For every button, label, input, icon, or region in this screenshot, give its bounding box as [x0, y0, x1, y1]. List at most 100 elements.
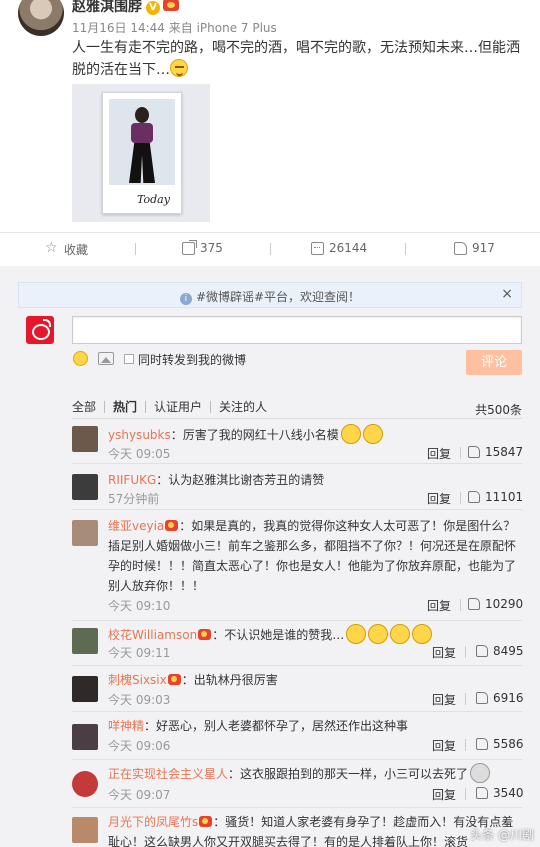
- repost-checkbox-label: 同时转发到我的微博: [138, 353, 247, 367]
- comment-like-button[interactable]: 15847: [468, 445, 523, 459]
- comment-like-button[interactable]: 8495: [476, 644, 524, 658]
- comment-item: 刺槐Sixsix ：出轨林丹很厉害 今天 09:03 回复 6916: [72, 670, 524, 712]
- post-meta: 11月16日 14:44 来自 iPhone 7 Plus: [72, 21, 277, 35]
- comment-item: 维亚veyia ：如果是真的，我真的觉得你这种女人太可恶了！你是图什么？插足别人婚…: [72, 516, 523, 621]
- favorite-button[interactable]: 收藏: [45, 240, 89, 258]
- commenter-name[interactable]: RIIFUKG: [108, 473, 156, 487]
- comment-panel: i #微博辟谣#平台，欢迎查阅！ × 同时转发到我的微博 评论 全部 热门 认证用…: [0, 266, 540, 847]
- laugh-emoji-icon: [412, 624, 433, 644]
- commenter-name[interactable]: 咩神精: [108, 719, 144, 733]
- comment-text: ：不认识她是谁的赞我…: [212, 628, 345, 642]
- repost-icon: [182, 239, 197, 255]
- commenter-avatar[interactable]: [72, 520, 98, 546]
- sticker-icon: [470, 763, 491, 783]
- post-image[interactable]: Today: [72, 84, 210, 222]
- laugh-emoji-icon: [346, 624, 367, 644]
- comment-item: 咩神精：好恶心，别人老婆都怀孕了，居然还作出这种事 今天 09:06 回复 55…: [72, 716, 524, 760]
- polaroid-frame: Today: [102, 92, 182, 214]
- emoji-picker-icon[interactable]: [73, 351, 88, 366]
- laugh-emoji-icon: [340, 424, 361, 444]
- vip-badge-icon: [165, 520, 179, 531]
- like-button[interactable]: 917: [454, 241, 495, 255]
- comment-time: 今天 09:07: [108, 788, 171, 802]
- thumbs-up-icon: [476, 787, 488, 799]
- author-avatar[interactable]: [18, 0, 64, 36]
- reply-button[interactable]: 回复: [432, 737, 456, 754]
- reply-button[interactable]: 回复: [432, 644, 456, 661]
- rumor-notice-bar: i #微博辟谣#平台，欢迎查阅！ ×: [18, 282, 522, 308]
- commenter-name[interactable]: 刺槐Sixsix: [108, 673, 167, 687]
- comment-like-button[interactable]: 10290: [468, 597, 523, 611]
- commenter-avatar[interactable]: [72, 817, 98, 843]
- weibo-logo-icon: [26, 316, 54, 344]
- author-name[interactable]: 赵雅淇围脖: [72, 0, 142, 15]
- comment-like-button[interactable]: 6916: [476, 691, 524, 705]
- divider: [460, 492, 461, 504]
- commenter-name[interactable]: 月光下的凤尾竹s: [108, 815, 198, 829]
- notice-text[interactable]: #微博辟谣#平台，欢迎查阅！: [196, 290, 360, 304]
- photo-figure: [109, 99, 175, 185]
- comment-like-button[interactable]: 3540: [476, 786, 524, 800]
- reply-button[interactable]: 回复: [427, 597, 451, 614]
- commenter-avatar[interactable]: [72, 676, 98, 702]
- commenter-avatar[interactable]: [72, 474, 98, 500]
- comment-like-button[interactable]: 11101: [468, 490, 523, 504]
- weibo-post: 赵雅淇围脖 V 11月16日 14:44 来自 iPhone 7 Plus 人一生…: [0, 0, 540, 266]
- commenter-avatar[interactable]: [72, 724, 98, 750]
- star-icon: [45, 240, 59, 256]
- tab-verified[interactable]: 认证用户: [146, 401, 212, 413]
- divider: [460, 447, 461, 459]
- verified-badge-icon: V: [146, 1, 160, 15]
- close-icon[interactable]: ×: [501, 286, 513, 302]
- commenter-name[interactable]: 维亚veyia: [108, 519, 164, 533]
- reply-button[interactable]: 回复: [432, 691, 456, 708]
- commenter-avatar[interactable]: [72, 426, 98, 452]
- reply-button[interactable]: 回复: [427, 445, 451, 462]
- repost-button[interactable]: 375: [182, 239, 223, 255]
- tab-all[interactable]: 全部: [72, 401, 106, 413]
- favorite-label: 收藏: [64, 243, 89, 257]
- tab-following[interactable]: 关注的人: [211, 401, 275, 413]
- divider: [465, 788, 466, 800]
- commenter-avatar[interactable]: [72, 771, 98, 797]
- comment-text: ：认为赵雅淇比谢杏芳丑的请赞: [156, 473, 325, 487]
- thumbs-up-icon: [476, 738, 488, 750]
- figure-pants: [129, 143, 155, 183]
- thumbs-up-icon: [454, 241, 467, 255]
- comment-like-button[interactable]: 5586: [476, 737, 524, 751]
- laugh-emoji-icon: [368, 624, 389, 644]
- repost-checkbox[interactable]: [124, 354, 134, 364]
- comment-time: 今天 09:10: [108, 599, 171, 613]
- comment-time: 今天 09:03: [108, 693, 171, 707]
- divider: [270, 243, 271, 255]
- divider: [405, 243, 406, 255]
- comment-time: 57分钟前: [108, 492, 160, 506]
- watermark: 头条 @川剧: [470, 828, 534, 842]
- submit-comment-button[interactable]: 评论: [466, 350, 522, 375]
- thumbs-up-icon: [468, 598, 480, 610]
- comment-filter-tabs: 全部 热门 认证用户 关注的人: [72, 401, 275, 413]
- laugh-emoji-icon: [390, 624, 411, 644]
- comment-button[interactable]: 26144: [311, 241, 367, 255]
- commenter-name[interactable]: 校花Williamson: [108, 628, 197, 642]
- repost-count: 375: [200, 241, 223, 255]
- comment-input[interactable]: [72, 316, 522, 344]
- post-text: 人一生有走不完的路，喝不完的酒，唱不完的歌，无法预知未来…但能洒脱的活在当下…: [72, 40, 520, 78]
- like-count: 917: [472, 241, 495, 255]
- commenter-name[interactable]: 正在实现社会主义星人: [108, 767, 228, 781]
- image-upload-icon[interactable]: [98, 352, 114, 365]
- laugh-emoji-icon: [362, 424, 383, 444]
- divider: [135, 243, 136, 255]
- reply-button[interactable]: 回复: [427, 490, 451, 507]
- reply-button[interactable]: 回复: [432, 786, 456, 803]
- comment-text: ：好恶心，别人老婆都怀孕了，居然还作出这种事: [144, 719, 409, 733]
- commenter-avatar[interactable]: [72, 628, 98, 654]
- divider: [460, 599, 461, 611]
- comment-item: 校花Williamson ：不认识她是谁的赞我… 今天 09:11 回复 8495: [72, 624, 524, 666]
- smile-emoji-icon: [170, 59, 188, 77]
- info-icon: i: [179, 293, 192, 305]
- author-name-row: 赵雅淇围脖 V: [72, 0, 179, 16]
- tab-hot[interactable]: 热门: [105, 401, 147, 413]
- commenter-name[interactable]: yshysubks: [108, 428, 171, 442]
- comment-item: 月光下的凤尾竹s ：骚货！知道人家老婆有身孕了！趁虚而入！有没有点羞耻心！这么缺男…: [72, 812, 522, 847]
